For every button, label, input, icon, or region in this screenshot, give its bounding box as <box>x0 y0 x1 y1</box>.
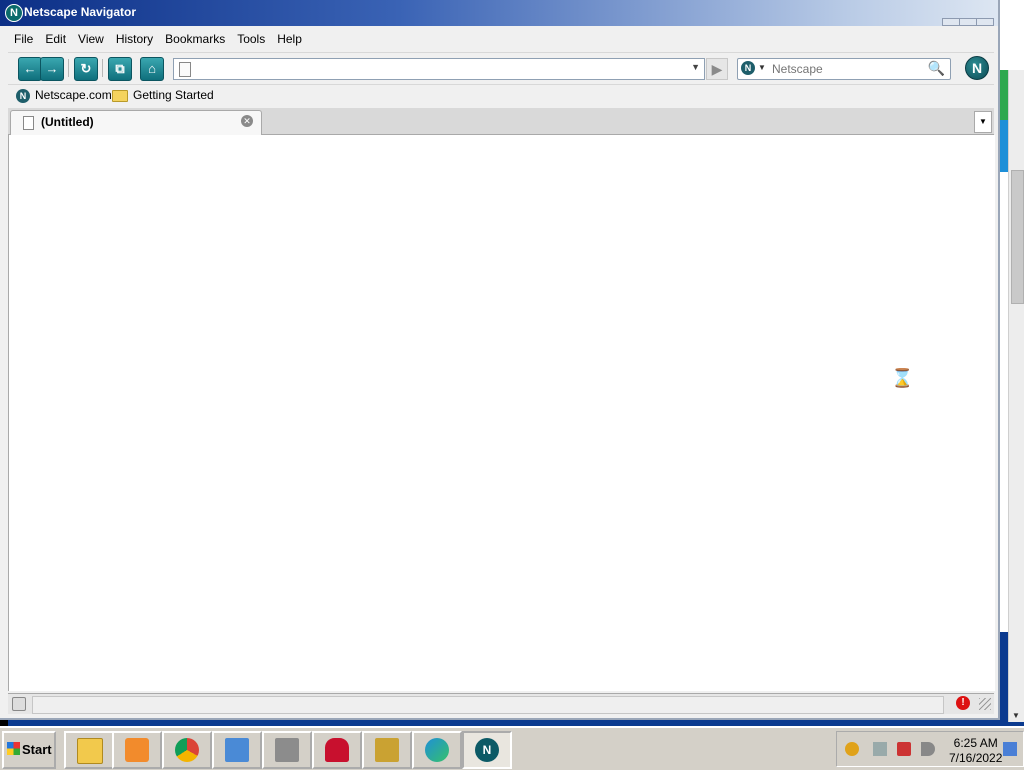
menu-file[interactable]: File <box>8 30 39 48</box>
tab-untitled[interactable]: (Untitled) ✕ <box>10 110 262 135</box>
go-button[interactable]: ▶ <box>706 58 728 80</box>
page-content-area[interactable]: ⌛ <box>8 135 995 691</box>
page-icon <box>23 116 34 130</box>
tray-update-icon[interactable] <box>845 742 859 756</box>
back-arrow-icon: ← <box>23 61 37 76</box>
forward-arrow-icon: → <box>45 61 59 76</box>
bookmark-netscape-com[interactable]: N Netscape.com <box>16 88 112 103</box>
search-icon[interactable]: 🔍 <box>928 60 945 77</box>
taskbar-media-player[interactable] <box>112 731 162 769</box>
menu-bar: File Edit View History Bookmarks Tools Help <box>8 30 994 50</box>
tray-volume-icon[interactable] <box>921 742 935 756</box>
status-bar: ! <box>8 693 994 714</box>
go-arrow-icon: ▶ <box>711 61 723 77</box>
chrome-icon <box>175 738 199 762</box>
taskbar-control-panel[interactable] <box>212 731 262 769</box>
new-tab-button[interactable]: ⧉ <box>108 57 132 81</box>
taskbar-chrome[interactable] <box>162 731 212 769</box>
bookmark-label: Getting Started <box>133 88 214 102</box>
close-button[interactable] <box>976 18 994 26</box>
security-lock-icon[interactable] <box>12 697 26 711</box>
tray-network-icon[interactable] <box>873 742 887 756</box>
media-player-icon <box>125 738 149 762</box>
taskbar-solitaire[interactable] <box>362 731 412 769</box>
forward-button[interactable]: → <box>40 57 64 81</box>
minimize-button[interactable] <box>942 18 960 26</box>
taskbar-edge[interactable] <box>412 731 462 769</box>
reload-icon: ↻ <box>80 61 92 76</box>
hearts-icon <box>325 738 349 762</box>
menu-tools[interactable]: Tools <box>231 30 271 48</box>
netscape-icon: N <box>16 88 30 103</box>
busy-cursor-icon: ⌛ <box>891 368 914 388</box>
url-input[interactable] <box>196 60 690 78</box>
scrollbar-thumb[interactable] <box>1011 170 1024 304</box>
netscape-logo-icon: N <box>5 4 23 22</box>
bookmark-getting-started[interactable]: Getting Started <box>112 88 214 102</box>
search-box[interactable]: N ▼ 🔍 <box>737 58 951 80</box>
bookmark-label: Netscape.com <box>35 88 112 102</box>
menu-edit[interactable]: Edit <box>39 30 72 48</box>
scroll-down-arrow-icon[interactable]: ▼ <box>1012 711 1020 720</box>
bookmarks-toolbar: N Netscape.com Getting Started <box>8 84 994 107</box>
show-desktop-icon[interactable] <box>1003 742 1017 756</box>
back-button[interactable]: ← <box>18 57 42 81</box>
search-engine-dropdown-icon[interactable]: ▼ <box>758 63 766 72</box>
start-label: Start <box>22 742 52 757</box>
toolbar-separator <box>68 59 69 77</box>
tab-list-dropdown-icon[interactable]: ▼ <box>974 111 992 133</box>
menu-help[interactable]: Help <box>271 30 308 48</box>
netscape-icon: N <box>475 738 499 762</box>
solitaire-icon <box>375 738 399 762</box>
start-button[interactable]: Start <box>2 731 56 769</box>
tab-label: (Untitled) <box>41 115 94 129</box>
url-bar[interactable]: ▼ <box>173 58 705 80</box>
toolbar-separator <box>102 59 103 77</box>
taskbar: Start N 6:25 AM 7/16/2022 <box>0 726 1024 770</box>
menu-view[interactable]: View <box>72 30 110 48</box>
netscape-throbber-icon[interactable]: N <box>965 56 989 80</box>
printer-icon <box>275 738 299 762</box>
home-button[interactable]: ⌂ <box>140 57 164 81</box>
taskbar-netscape[interactable]: N <box>462 731 512 769</box>
windows-logo-icon <box>7 742 20 755</box>
menu-history[interactable]: History <box>110 30 159 48</box>
title-bar[interactable]: N Netscape Navigator <box>0 0 998 26</box>
tab-strip: (Untitled) ✕ ▼ <box>8 108 994 135</box>
edge-icon <box>425 738 449 762</box>
navigation-toolbar: ← → ↻ ⧉ ⌂ ▼ ▶ N ▼ 🔍 N <box>8 52 994 83</box>
clock[interactable]: 6:25 AM 7/16/2022 <box>949 736 1002 766</box>
search-input[interactable] <box>770 60 924 78</box>
tab-close-icon[interactable]: ✕ <box>241 115 253 127</box>
alert-icon[interactable]: ! <box>956 696 970 710</box>
search-engine-netscape-icon[interactable]: N <box>741 61 755 75</box>
taskbar-hearts[interactable] <box>312 731 362 769</box>
status-text <box>32 696 944 714</box>
background-window-scrollbar[interactable]: ▼ <box>1008 70 1024 722</box>
browser-window: N Netscape Navigator File Edit View History… <box>0 0 1000 720</box>
window-title: Netscape Navigator <box>24 5 137 19</box>
clock-date: 7/16/2022 <box>949 751 1003 765</box>
taskbar-file-explorer[interactable] <box>64 731 114 769</box>
tray-security-alert-icon[interactable] <box>897 742 911 756</box>
home-icon: ⌂ <box>148 61 156 76</box>
taskbar-printer[interactable] <box>262 731 312 769</box>
reload-button[interactable]: ↻ <box>74 57 98 81</box>
clock-time: 6:25 AM <box>953 736 998 750</box>
new-tab-icon: ⧉ <box>115 61 125 76</box>
system-tray: 6:25 AM 7/16/2022 <box>836 731 1024 767</box>
url-history-dropdown-icon[interactable]: ▼ <box>691 62 700 72</box>
page-icon <box>179 62 191 77</box>
menu-bookmarks[interactable]: Bookmarks <box>159 30 231 48</box>
maximize-button[interactable] <box>959 18 977 26</box>
file-explorer-icon <box>77 738 103 764</box>
folder-icon <box>112 89 128 102</box>
control-panel-icon <box>225 738 249 762</box>
resize-grip-icon[interactable] <box>979 698 991 710</box>
